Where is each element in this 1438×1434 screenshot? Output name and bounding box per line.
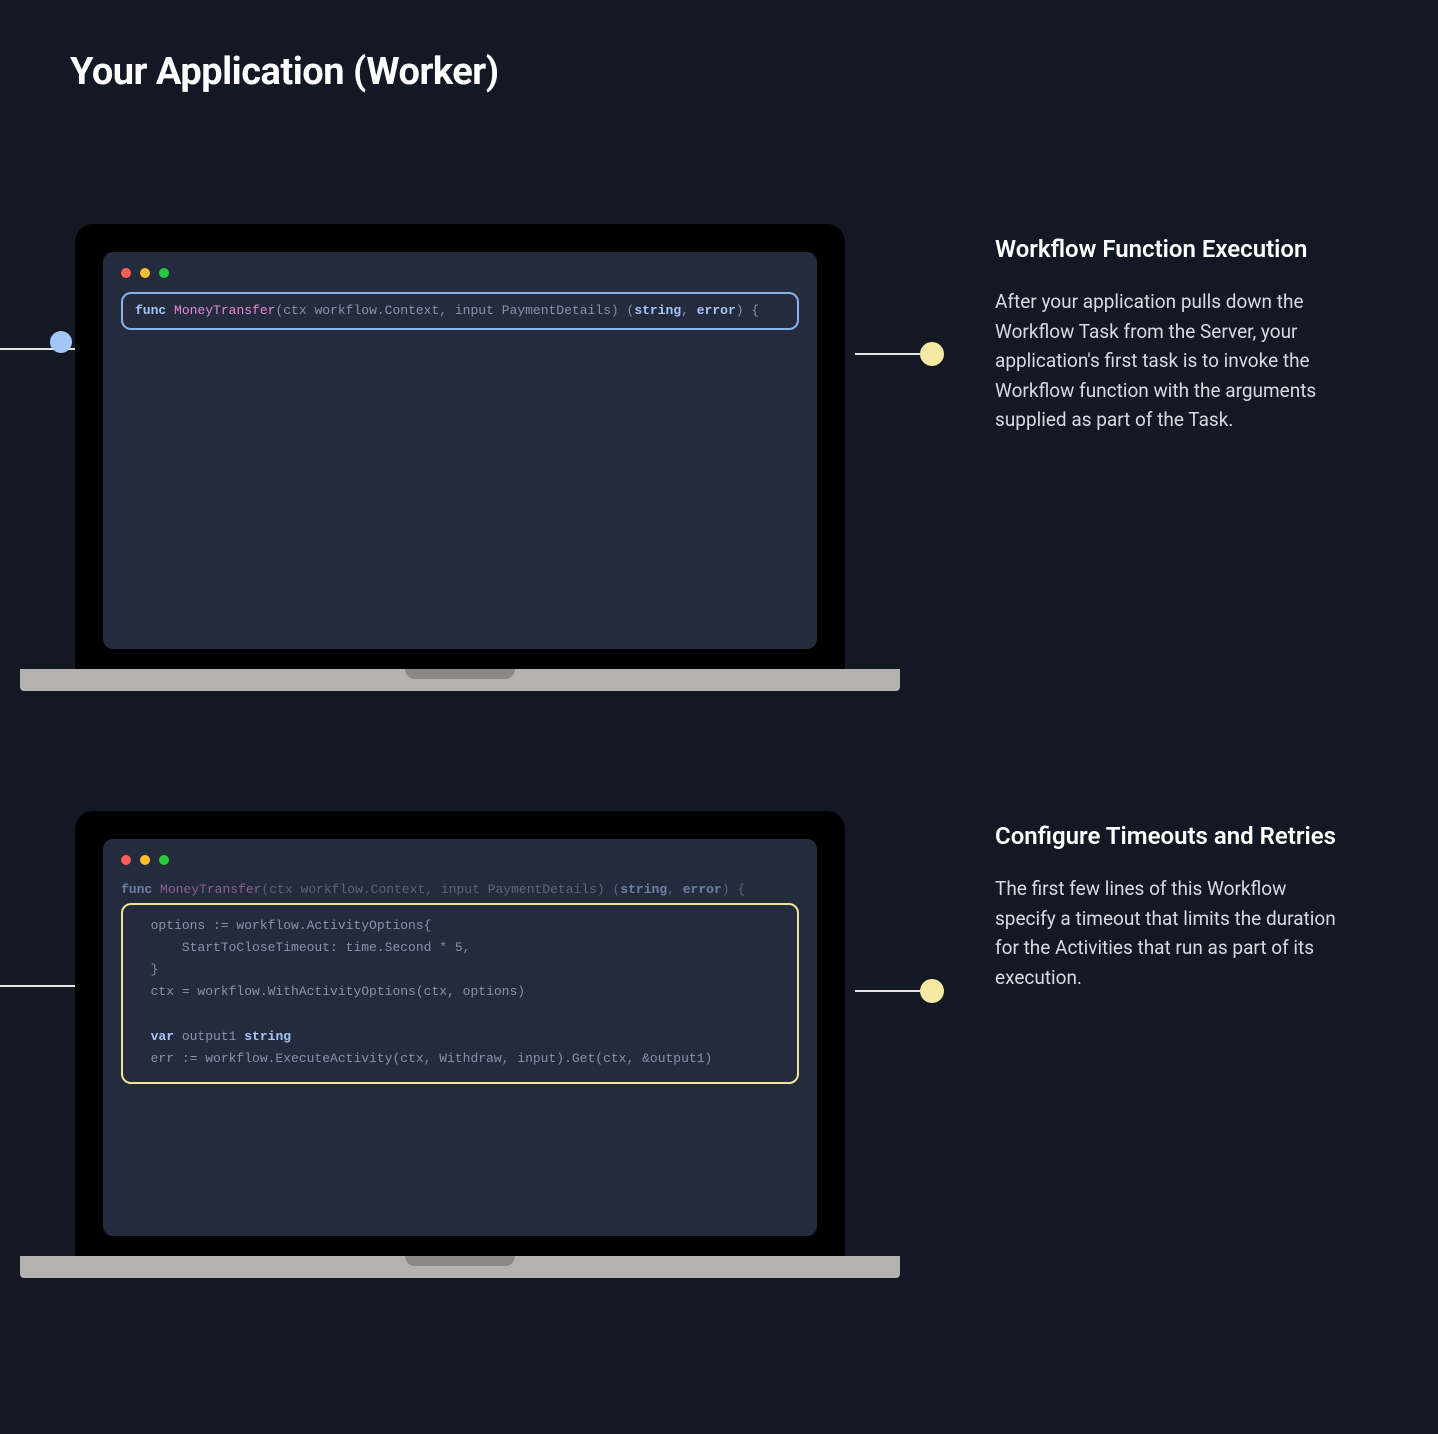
explanation-heading: Configure Timeouts and Retries [995, 821, 1350, 852]
explanation-panel: Workflow Function Execution After your a… [995, 234, 1350, 434]
maximize-icon [159, 855, 169, 865]
code-line: } [135, 959, 785, 981]
laptop-notch [405, 1256, 515, 1266]
minimize-icon [140, 855, 150, 865]
laptop-illustration: func MoneyTransfer(ctx workflow.Context,… [75, 224, 900, 691]
page-title: Your Application (Worker) [70, 50, 1438, 94]
code-editor: func MoneyTransfer(ctx workflow.Context,… [103, 839, 817, 1236]
laptop-screen: func MoneyTransfer(ctx workflow.Context,… [75, 224, 845, 669]
incoming-dot-icon [50, 331, 72, 353]
callout-dot-icon [920, 979, 944, 1003]
minimize-icon [140, 268, 150, 278]
connector-line [855, 979, 944, 1003]
code-line: StartToCloseTimeout: time.Second * 5, [135, 937, 785, 959]
code-line: options := workflow.ActivityOptions{ [135, 915, 785, 937]
maximize-icon [159, 268, 169, 278]
code-line: err := workflow.ExecuteActivity(ctx, Wit… [135, 1048, 785, 1070]
section-workflow-execution: func MoneyTransfer(ctx workflow.Context,… [0, 224, 1438, 691]
code-editor: func MoneyTransfer(ctx workflow.Context,… [103, 252, 817, 649]
window-controls [121, 855, 799, 865]
callout-dot-icon [920, 342, 944, 366]
explanation-heading: Workflow Function Execution [995, 234, 1350, 265]
laptop-base [20, 1256, 900, 1278]
section-configure-timeouts: func MoneyTransfer(ctx workflow.Context,… [0, 811, 1438, 1278]
code-line-signature: func MoneyTransfer(ctx workflow.Context,… [135, 300, 785, 322]
explanation-body: The first few lines of this Workflow spe… [995, 874, 1350, 992]
highlight-box-blue: func MoneyTransfer(ctx workflow.Context,… [121, 292, 799, 330]
highlight-box-yellow: options := workflow.ActivityOptions{ Sta… [121, 903, 799, 1084]
window-controls [121, 268, 799, 278]
laptop-screen: func MoneyTransfer(ctx workflow.Context,… [75, 811, 845, 1256]
explanation-body: After your application pulls down the Wo… [995, 287, 1350, 434]
close-icon [121, 268, 131, 278]
laptop-notch [405, 669, 515, 679]
code-line: ctx = workflow.WithActivityOptions(ctx, … [135, 981, 785, 1003]
laptop-illustration: func MoneyTransfer(ctx workflow.Context,… [75, 811, 900, 1278]
close-icon [121, 855, 131, 865]
code-line-signature-dim: func MoneyTransfer(ctx workflow.Context,… [121, 879, 799, 901]
code-line-blank [135, 1003, 785, 1025]
laptop-base [20, 669, 900, 691]
code-line: var output1 string [135, 1026, 785, 1048]
explanation-panel: Configure Timeouts and Retries The first… [995, 821, 1350, 992]
connector-line [855, 342, 944, 366]
